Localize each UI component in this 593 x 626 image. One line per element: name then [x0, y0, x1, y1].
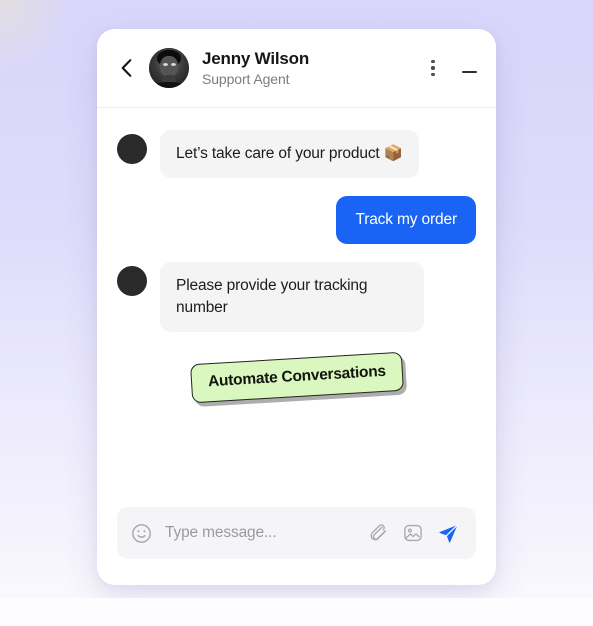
composer-actions — [370, 522, 460, 545]
back-button[interactable] — [113, 55, 139, 81]
paperclip-icon[interactable] — [370, 523, 389, 543]
header-actions — [424, 56, 478, 81]
message-row-incoming: Let’s take care of your product 📦 — [117, 130, 476, 178]
page-background: Jenny Wilson Support Agent Let’s take ca… — [0, 0, 593, 626]
sticker-container: Automate Conversations — [117, 351, 476, 404]
kebab-menu-icon[interactable] — [424, 58, 442, 78]
agent-info: Jenny Wilson Support Agent — [202, 49, 424, 88]
message-list: Let’s take care of your product 📦 Track … — [97, 108, 496, 507]
smiley-icon[interactable] — [131, 523, 152, 544]
avatar — [149, 48, 189, 88]
avatar — [117, 134, 147, 164]
composer-area — [97, 507, 496, 585]
message-row-outgoing: Track my order — [117, 196, 476, 244]
message-composer — [117, 507, 476, 559]
chat-header: Jenny Wilson Support Agent — [97, 29, 496, 108]
agent-role: Support Agent — [202, 70, 290, 87]
avatar — [117, 266, 147, 296]
automate-conversations-badge[interactable]: Automate Conversations — [189, 351, 404, 404]
message-bubble-incoming: Let’s take care of your product 📦 — [160, 130, 419, 178]
message-input[interactable] — [163, 523, 362, 543]
quick-reply-track-my-order[interactable]: Track my order — [336, 196, 476, 244]
message-row-incoming: Please provide your tracking number — [117, 262, 476, 332]
agent-name: Jenny Wilson — [202, 48, 310, 68]
image-icon[interactable] — [403, 523, 423, 543]
chat-widget-card: Jenny Wilson Support Agent Let’s take ca… — [97, 29, 496, 585]
send-icon[interactable] — [437, 522, 460, 545]
minimize-icon[interactable] — [460, 63, 478, 81]
chevron-left-icon — [121, 59, 131, 77]
message-bubble-incoming: Please provide your tracking number — [160, 262, 424, 332]
bottom-band — [0, 598, 593, 626]
